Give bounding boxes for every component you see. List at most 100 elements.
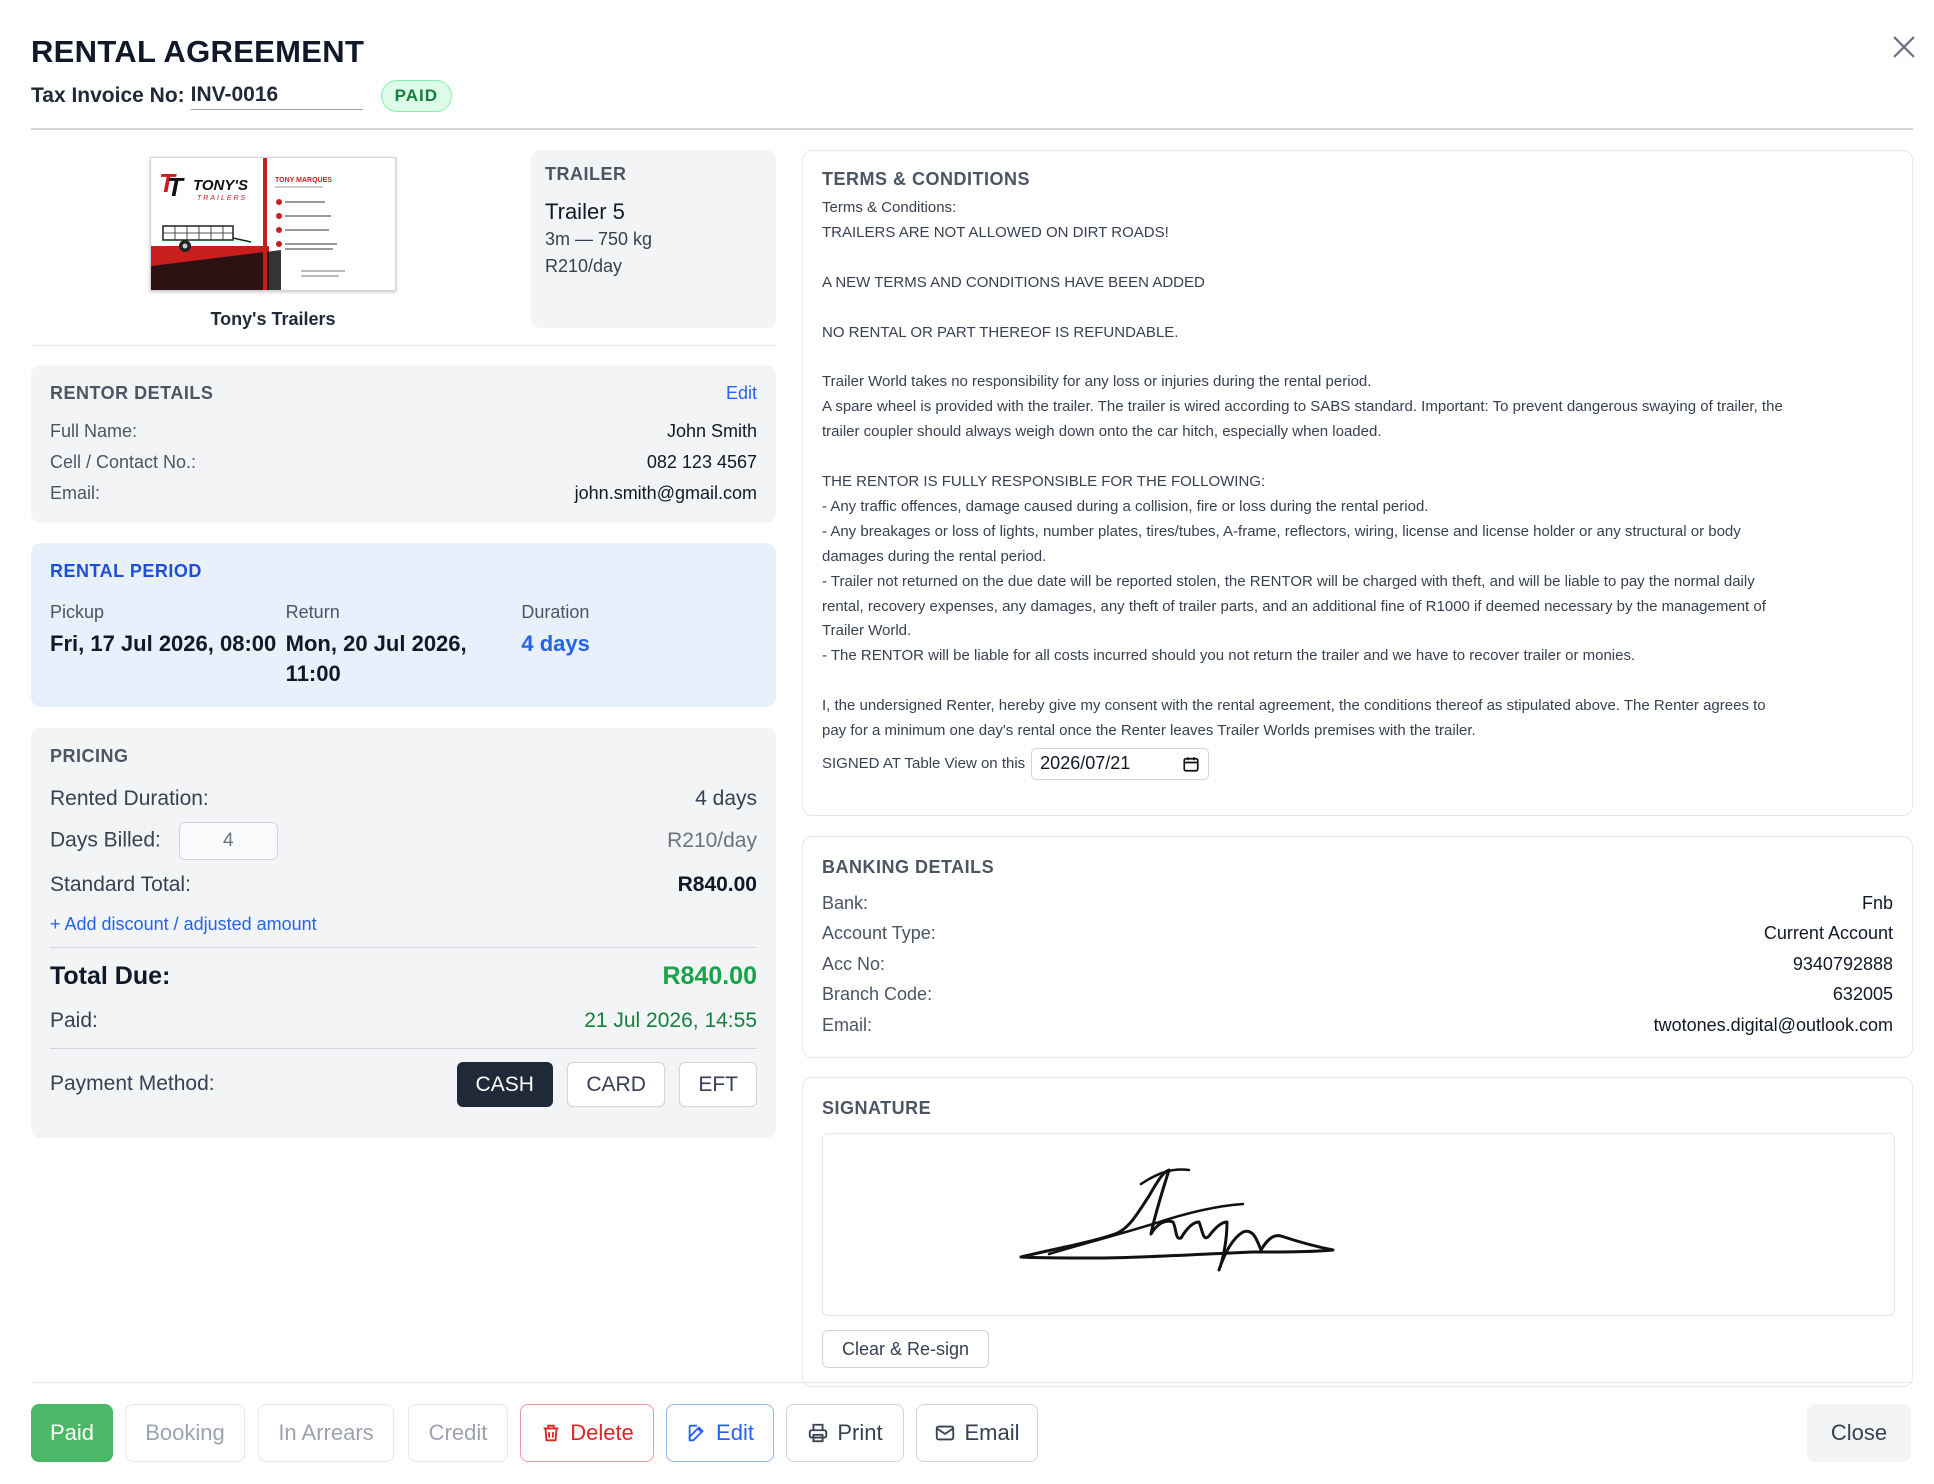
- rented-duration-label: Rented Duration:: [50, 787, 209, 810]
- pricing-divider-2: [50, 1048, 757, 1049]
- business-name: Tony's Trailers: [210, 309, 336, 329]
- credit-status-label: Credit: [428, 1420, 488, 1445]
- pricing-divider: [50, 947, 757, 948]
- rentor-details-card: RENTOR DETAILS Edit Full Name: John Smit…: [31, 365, 776, 523]
- in-arrears-status-label: In Arrears: [278, 1420, 374, 1445]
- payment-method-label: Payment Method:: [50, 1072, 215, 1095]
- return-label: Return: [285, 602, 340, 622]
- branch-code-label: Branch Code:: [822, 984, 933, 1005]
- mail-icon: [936, 1425, 955, 1441]
- paid-value: 21 Jul 2026, 14:55: [584, 1009, 757, 1032]
- pricing-card: PRICING Rented Duration: 4 days Days Bil…: [31, 728, 776, 1138]
- return-value-line1: Mon, 20 Jul 2026,: [285, 631, 467, 656]
- status-badge: PAID: [380, 80, 453, 112]
- clear-resign-button[interactable]: Clear & Re-sign: [822, 1330, 990, 1368]
- email-label: Email:: [50, 483, 101, 503]
- edit-icon: [688, 1424, 704, 1442]
- banking-label: BANKING DETAILS: [822, 857, 995, 877]
- rented-duration-value: 4 days: [695, 787, 757, 810]
- days-billed-input[interactable]: 4: [178, 822, 278, 860]
- print-button[interactable]: Print: [786, 1404, 904, 1462]
- bank-value: Fnb: [1861, 892, 1893, 913]
- trash-icon: [543, 1424, 559, 1442]
- terms-label: TERMS & CONDITIONS: [822, 169, 1031, 189]
- close-icon[interactable]: [1887, 30, 1921, 64]
- full-name-value: John Smith: [666, 421, 757, 441]
- account-type-label: Account Type:: [822, 923, 936, 944]
- invoice-label: Tax Invoice No:: [31, 84, 185, 107]
- printer-icon: [809, 1423, 828, 1443]
- acc-no-value: 9340792888: [1792, 953, 1893, 974]
- business-logo-block: T T TONY'S TRAILERS TONY MARQUES Tony's …: [31, 150, 515, 330]
- svg-text:T: T: [167, 172, 185, 202]
- standard-total-value: R840.00: [677, 873, 757, 896]
- acc-no-label: Acc No:: [822, 953, 886, 974]
- banking-card: BANKING DETAILS Bank: Fnb Account Type: Cu…: [802, 836, 1913, 1058]
- close-button[interactable]: Close: [1807, 1404, 1911, 1462]
- signed-date-input[interactable]: 2026/07/21: [1031, 747, 1210, 780]
- pickup-value: Fri, 17 Jul 2026, 08:00: [50, 631, 277, 656]
- paid-label: Paid:: [50, 1009, 98, 1032]
- days-billed-row: Days Billed: 4: [50, 822, 278, 860]
- account-type-value: Current Account: [1763, 923, 1893, 944]
- payment-method-group: CASH CARD EFT: [447, 1061, 757, 1107]
- contact-label: Cell / Contact No.:: [50, 452, 197, 472]
- edit-label: Edit: [716, 1420, 754, 1445]
- payment-cash-button[interactable]: CASH: [456, 1061, 553, 1107]
- delete-button[interactable]: Delete: [520, 1404, 654, 1462]
- in-arrears-status-button[interactable]: In Arrears: [258, 1404, 394, 1462]
- card-person-text: TONY MARQUES: [275, 177, 332, 184]
- delete-label: Delete: [570, 1420, 634, 1445]
- total-due-value: R840.00: [662, 961, 757, 990]
- rental-period-label: RENTAL PERIOD: [50, 561, 202, 581]
- calendar-icon[interactable]: [1182, 755, 1200, 773]
- standard-total-label: Standard Total:: [50, 873, 191, 896]
- credit-status-button[interactable]: Credit: [408, 1404, 508, 1462]
- card-sub-text: TRAILERS: [197, 195, 247, 202]
- rental-period-card: RENTAL PERIOD Pickup Fri, 17 Jul 2026, 0…: [31, 543, 776, 707]
- branch-code-value: 632005: [1832, 984, 1893, 1005]
- trailer-card: TRAILER Trailer 5 3m — 750 kg R210/day: [531, 150, 776, 328]
- signature-drawing: [1019, 1168, 1335, 1272]
- signature-pad[interactable]: [822, 1133, 1895, 1316]
- invoice-number-field[interactable]: INV-0016: [190, 83, 363, 110]
- email-value: john.smith@gmail.com: [574, 483, 757, 503]
- paid-status-label: Paid: [49, 1420, 95, 1445]
- invoice-row: Tax Invoice No: INV-0016 PAID: [31, 80, 1911, 112]
- rentor-edit-link[interactable]: Edit: [726, 383, 757, 404]
- page-title: RENTAL AGREEMENT: [31, 34, 365, 69]
- rentor-details-label: RENTOR DETAILS: [50, 383, 214, 403]
- total-due-label: Total Due:: [50, 961, 171, 990]
- print-label: Print: [837, 1420, 883, 1445]
- payment-card-button[interactable]: CARD: [567, 1061, 665, 1107]
- booking-status-button[interactable]: Booking: [125, 1404, 245, 1462]
- footer-divider: [31, 1382, 1913, 1383]
- terms-body: Terms & Conditions: TRAILERS ARE NOT ALL…: [822, 199, 1783, 740]
- left-divider: [31, 345, 776, 346]
- footer-actions: Paid Booking In Arrears Credit Delete Ed…: [31, 1404, 1913, 1462]
- edit-button[interactable]: Edit: [666, 1404, 774, 1462]
- daily-rate: R210/day: [667, 829, 757, 852]
- bank-email-label: Email:: [822, 1014, 873, 1035]
- header: RENTAL AGREEMENT Tax Invoice No: INV-001…: [31, 34, 1915, 112]
- email-button[interactable]: Email: [916, 1404, 1038, 1462]
- card-brand-text: TONY'S: [193, 177, 248, 194]
- duration-value: 4 days: [521, 631, 590, 656]
- trailer-rate: R210/day: [545, 256, 623, 276]
- days-billed-label: Days Billed:: [50, 828, 161, 852]
- payment-eft-button[interactable]: EFT: [679, 1061, 757, 1107]
- contact-value: 082 123 4567: [646, 452, 757, 472]
- signed-at-row: SIGNED AT Table View on this 2026/07/21: [822, 747, 1893, 780]
- duration-label: Duration: [521, 602, 590, 622]
- paid-status-button[interactable]: Paid: [31, 1404, 113, 1462]
- return-value-line2: 11:00: [285, 661, 341, 686]
- bank-label: Bank:: [822, 892, 869, 913]
- trailer-spec: 3m — 750 kg: [545, 229, 653, 249]
- trailer-name: Trailer 5: [545, 199, 625, 224]
- booking-status-label: Booking: [145, 1420, 225, 1445]
- signature-label: SIGNATURE: [822, 1098, 932, 1118]
- signed-date-value: 2026/07/21: [1040, 753, 1131, 774]
- bank-email-value: twotones.digital@outlook.com: [1653, 1014, 1893, 1035]
- add-discount-link[interactable]: + Add discount / adjusted amount: [50, 914, 317, 935]
- terms-card: TERMS & CONDITIONS Terms & Conditions: T…: [802, 150, 1913, 816]
